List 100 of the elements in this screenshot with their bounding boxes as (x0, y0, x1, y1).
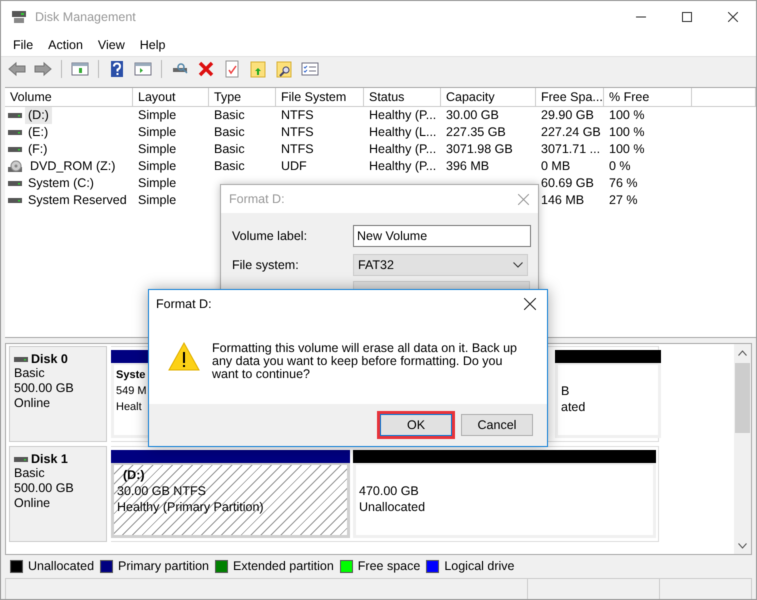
legend-label: Unallocated (28, 559, 94, 573)
table-cell-text: 227.24 GB (540, 124, 602, 141)
menu-item[interactable]: Action (42, 38, 89, 52)
back-arrow-icon[interactable] (8, 60, 26, 78)
maximize-icon[interactable] (682, 12, 692, 22)
window-title: Disk Management (35, 10, 137, 24)
partition-size: B (561, 383, 570, 399)
properties-icon[interactable] (301, 60, 319, 78)
table-cell-text: UDF (280, 158, 308, 175)
column-header[interactable]: File System (276, 88, 364, 107)
table-cell-text: 27 % (608, 192, 638, 209)
column-header[interactable]: % Free (604, 88, 692, 107)
volume-name[interactable]: System Reserved (25, 192, 130, 209)
table-cell-text: 76 % (608, 175, 638, 192)
column-header[interactable]: Type (209, 88, 276, 107)
partition-box[interactable]: 470.00 GB Unallocated (353, 463, 656, 538)
table-cell-text: 227.35 GB (445, 124, 507, 141)
dropdown[interactable]: FAT32 (353, 254, 528, 276)
table-cell-text: Simple (137, 175, 178, 192)
table-cell-text: 0 MB (540, 158, 572, 175)
folder-search-icon[interactable] (275, 60, 293, 78)
legend-label: Free space (358, 559, 420, 573)
table-cell-text: 100 % (608, 107, 646, 124)
table-cell-text: Healthy (L... (368, 124, 438, 141)
column-header[interactable]: Capacity (441, 88, 536, 107)
partition-size: 30.00 GB NTFS (117, 483, 207, 499)
table-cell-text: Simple (137, 192, 178, 209)
partition-status: Healt (116, 400, 143, 415)
close-icon[interactable] (524, 298, 536, 310)
drive-icon (8, 127, 22, 138)
disk-status: Online (14, 496, 52, 511)
dialog-title: Format D: (229, 192, 285, 206)
disk-size: 500.00 GB (14, 381, 75, 396)
menu-item[interactable]: Help (134, 38, 172, 52)
partition-size: 549 M (116, 384, 148, 399)
legend-label: Primary partition (118, 559, 210, 573)
disk-size: 500.00 GB (14, 481, 75, 496)
scroll-down-icon[interactable] (738, 542, 747, 548)
dialog-title: Format D: (156, 297, 212, 311)
table-cell-text: NTFS (280, 141, 315, 158)
column-header[interactable]: Volume (5, 88, 133, 107)
app-icon (11, 10, 27, 24)
drive-icon (8, 195, 22, 206)
field-label: Volume label: (232, 228, 308, 242)
dialog-button[interactable]: OK (380, 414, 452, 436)
partition-title: (D:) (122, 467, 146, 483)
check-document-icon[interactable] (223, 60, 241, 78)
table-cell-text: Simple (137, 141, 178, 158)
pane-icon[interactable] (134, 60, 152, 78)
scroll-up-icon[interactable] (738, 350, 747, 356)
partition-size: 470.00 GB (359, 483, 420, 499)
volume-name[interactable]: (D:) (25, 107, 52, 124)
table-cell-text: 146 MB (540, 192, 586, 209)
help-icon[interactable] (108, 60, 126, 78)
delete-icon[interactable] (197, 60, 215, 78)
close-icon[interactable] (728, 12, 738, 22)
volume-name[interactable]: System (C:) (25, 175, 97, 192)
column-header[interactable]: Layout (133, 88, 209, 107)
dialog-button[interactable]: Cancel (461, 414, 533, 436)
table-cell-text: Simple (137, 107, 178, 124)
table-cell-text: Basic (213, 141, 246, 158)
table-cell-text: Healthy (P... (368, 107, 438, 124)
table-cell-text: Healthy (P... (368, 141, 438, 158)
table-cell-text: 30.00 GB (445, 107, 500, 124)
console-icon[interactable] (71, 60, 89, 78)
table-cell-text: NTFS (280, 124, 315, 141)
forward-arrow-icon[interactable] (34, 60, 52, 78)
partition-box[interactable]: (D:) 30.00 GB NTFS Healthy (Primary Partition) (111, 463, 350, 538)
partition-status: ated (561, 399, 586, 415)
menu-item[interactable]: File (7, 38, 40, 52)
partition-status: Healthy (Primary Partition) (117, 499, 265, 515)
disk-name: Disk 0 (31, 352, 68, 366)
table-cell-text: 396 MB (445, 158, 490, 175)
drive-icon (8, 110, 22, 121)
table-cell-text: Basic (213, 124, 246, 141)
disk-name: Disk 1 (31, 452, 68, 466)
folder-up-icon[interactable] (249, 60, 267, 78)
table-cell-text: 29.90 GB (540, 107, 595, 124)
table-cell-text: Simple (137, 124, 178, 141)
dialog-message: Formatting this volume will erase all data on it. Back up any data you want to keep before formatting. Do you want to continue? (212, 342, 518, 381)
input-field[interactable]: New Volume (353, 224, 531, 246)
scrollbar[interactable] (734, 344, 751, 554)
volume-name[interactable]: DVD_ROM (Z:) (27, 158, 118, 175)
disk-status: Online (14, 396, 52, 411)
disk-type: Basic (14, 366, 46, 381)
volume-name[interactable]: (F:) (25, 141, 50, 158)
column-header[interactable]: Status (364, 88, 441, 107)
table-cell-text: 100 % (608, 141, 646, 158)
menu-item[interactable]: View (92, 38, 131, 52)
legend-label: Logical drive (444, 559, 514, 573)
drive-icon (8, 178, 22, 189)
drive-icon (8, 144, 22, 155)
table-cell-text: 0 % (608, 158, 632, 175)
table-cell-text: Simple (137, 158, 178, 175)
table-cell-text: 60.69 GB (540, 175, 595, 192)
volume-name[interactable]: (E:) (25, 124, 52, 141)
column-header[interactable]: Free Spa... (536, 88, 604, 107)
warning-icon (168, 342, 200, 371)
disk-type: Basic (14, 466, 46, 481)
partition-box[interactable]: B ated (555, 363, 661, 438)
